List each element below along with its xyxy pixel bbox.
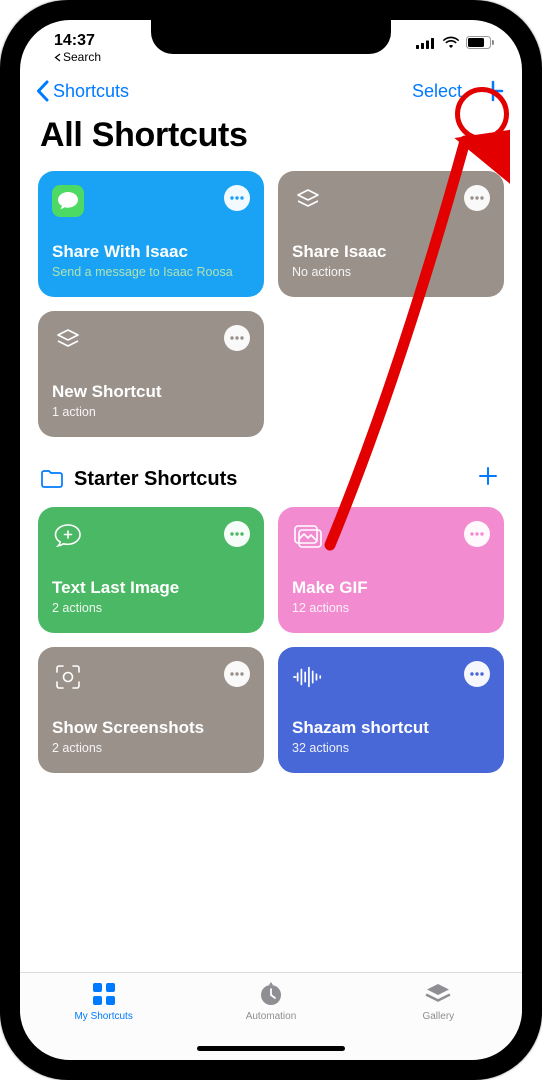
tile-title: Make GIF [292, 578, 490, 598]
tile-title: Shazam shortcut [292, 718, 490, 738]
shortcut-tile[interactable]: Share Isaac No actions [278, 171, 504, 297]
tile-title: Share With Isaac [52, 242, 250, 262]
ellipsis-icon [230, 532, 244, 536]
nav-select-button[interactable]: Select [412, 81, 462, 102]
tile-subtitle: Send a message to Isaac Roosa [52, 265, 250, 281]
page-title: All Shortcuts [20, 110, 522, 171]
tile-subtitle: 2 actions [52, 601, 250, 617]
tile-subtitle: No actions [292, 265, 490, 281]
layers-icon [292, 185, 324, 217]
status-back-to-app[interactable]: Search [54, 50, 101, 64]
layers-icon [52, 325, 84, 357]
nav-back-button[interactable]: Shortcuts [36, 80, 129, 102]
tile-more-button[interactable] [224, 185, 250, 211]
content-area: Share With Isaac Send a message to Isaac… [20, 171, 522, 972]
tile-title: Share Isaac [292, 242, 490, 262]
shortcut-tile[interactable]: Show Screenshots 2 actions [38, 647, 264, 773]
tab-automation[interactable]: Automation [188, 981, 354, 1022]
ellipsis-icon [470, 672, 484, 676]
tile-more-button[interactable] [464, 185, 490, 211]
battery-icon [466, 36, 494, 49]
section-title: Starter Shortcuts [74, 468, 237, 491]
tab-gallery[interactable]: Gallery [355, 981, 521, 1022]
tile-more-button[interactable] [224, 325, 250, 351]
tile-subtitle: 12 actions [292, 601, 490, 617]
photos-icon [292, 521, 324, 553]
tab-label: Automation [246, 1011, 297, 1022]
folder-icon [40, 469, 64, 489]
shortcut-tile[interactable]: Make GIF 12 actions [278, 507, 504, 633]
ellipsis-icon [230, 672, 244, 676]
tile-subtitle: 2 actions [52, 741, 250, 757]
tile-title: New Shortcut [52, 382, 250, 402]
nav-add-button[interactable] [480, 78, 506, 104]
screenshot-icon [52, 661, 84, 693]
tile-subtitle: 1 action [52, 405, 250, 421]
chat-plus-icon [52, 521, 84, 553]
shortcut-tile[interactable]: Text Last Image 2 actions [38, 507, 264, 633]
ellipsis-icon [470, 532, 484, 536]
starters-grid: Text Last Image 2 actions Make [38, 507, 504, 773]
section-header: Starter Shortcuts [38, 451, 504, 493]
waveform-icon [292, 661, 324, 693]
messages-app-icon [52, 185, 84, 217]
plus-icon [478, 466, 498, 486]
tile-more-button[interactable] [464, 521, 490, 547]
tile-more-button[interactable] [224, 521, 250, 547]
home-indicator[interactable] [197, 1046, 345, 1051]
device-frame: 14:37 Search Shortcuts Select [0, 0, 542, 1080]
chevron-left-icon [36, 80, 49, 102]
tile-title: Text Last Image [52, 578, 250, 598]
nav-bar: Shortcuts Select [20, 68, 522, 110]
device-notch [151, 20, 391, 54]
ellipsis-icon [230, 336, 244, 340]
shortcut-tile[interactable]: New Shortcut 1 action [38, 311, 264, 437]
tile-more-button[interactable] [224, 661, 250, 687]
tile-subtitle: 32 actions [292, 741, 490, 757]
tab-my-shortcuts[interactable]: My Shortcuts [21, 981, 187, 1022]
shortcut-tile[interactable]: Share With Isaac Send a message to Isaac… [38, 171, 264, 297]
section-add-button[interactable] [478, 465, 502, 493]
cellular-icon [416, 37, 436, 49]
tab-label: Gallery [422, 1011, 454, 1022]
tile-more-button[interactable] [464, 661, 490, 687]
screen: 14:37 Search Shortcuts Select [20, 20, 522, 1060]
shortcut-tile[interactable]: Shazam shortcut 32 actions [278, 647, 504, 773]
wifi-icon [442, 36, 460, 49]
gallery-icon [425, 981, 451, 1007]
status-time: 14:37 [54, 32, 101, 50]
ellipsis-icon [470, 196, 484, 200]
clock-icon [258, 981, 284, 1007]
grid-icon [91, 981, 117, 1007]
tab-label: My Shortcuts [74, 1011, 132, 1022]
status-back-label: Search [63, 50, 101, 64]
nav-back-label: Shortcuts [53, 81, 129, 102]
ellipsis-icon [230, 196, 244, 200]
shortcuts-grid: Share With Isaac Send a message to Isaac… [38, 171, 504, 437]
tile-title: Show Screenshots [52, 718, 250, 738]
plus-icon [482, 80, 504, 102]
